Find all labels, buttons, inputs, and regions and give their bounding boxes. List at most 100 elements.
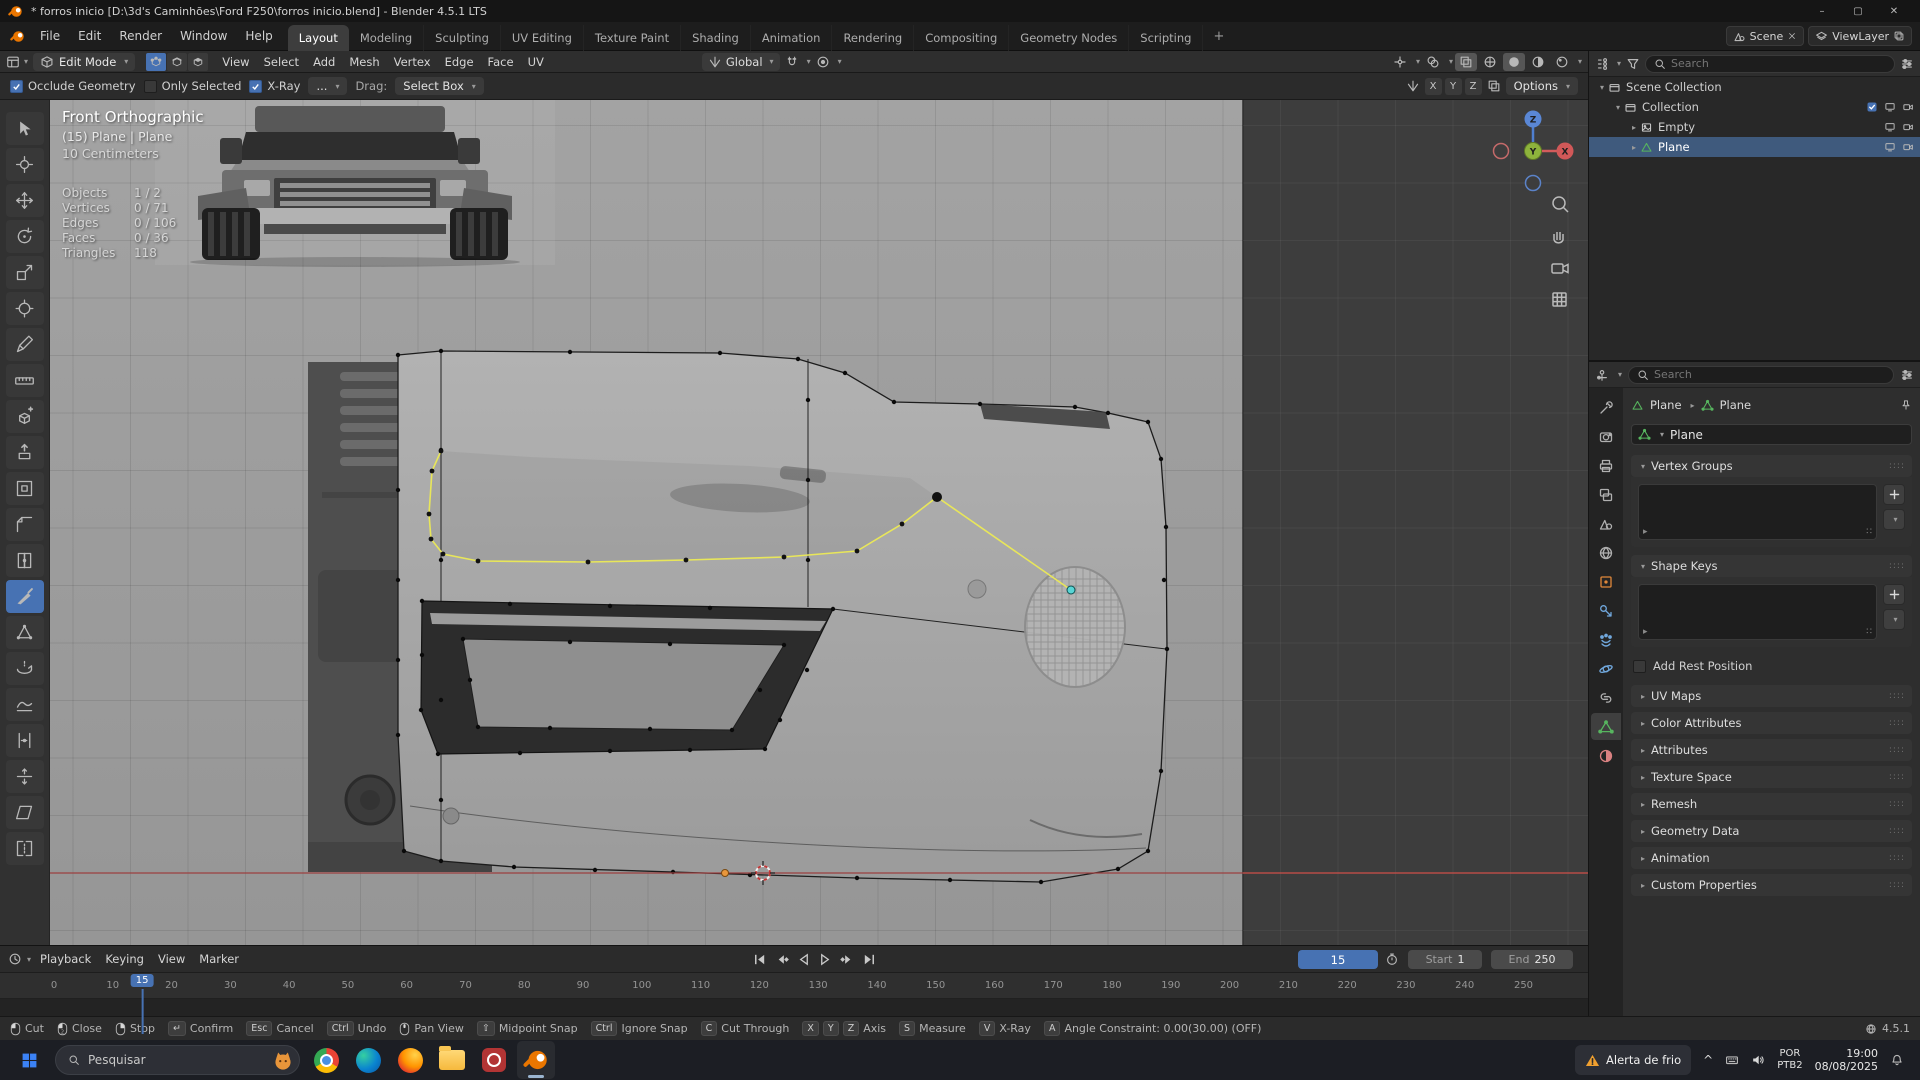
workspace-tab-rendering[interactable]: Rendering [832, 25, 914, 51]
viewport-menu-uv[interactable]: UV [521, 51, 551, 73]
options-dropdown[interactable]: Options ▾ [1506, 77, 1578, 95]
tool-extrude-region-button[interactable] [6, 436, 44, 469]
copy-view-layer-icon[interactable] [1893, 30, 1905, 42]
properties-tab-modifiers[interactable] [1591, 597, 1621, 624]
outliner-editor-icon[interactable] [1595, 57, 1609, 71]
list-grip-icon[interactable]: ∷ [1866, 527, 1872, 537]
timeline-ruler[interactable]: 15 0102030405060708090100110120130140150… [0, 973, 1588, 999]
list-box[interactable]: ▸∷ [1638, 584, 1877, 640]
object-origin[interactable] [722, 870, 729, 877]
menu-edit[interactable]: Edit [69, 22, 110, 50]
timeline-menu-playback[interactable]: Playback [33, 948, 98, 970]
vertex-select-button[interactable] [146, 53, 166, 71]
camera-toggle-icon[interactable] [1902, 121, 1914, 133]
list-box[interactable]: ▸∷ [1638, 484, 1877, 540]
maximize-button[interactable]: ▢ [1840, 0, 1876, 22]
tool-select-box-button[interactable] [6, 112, 44, 145]
pin-icon[interactable] [1900, 399, 1912, 411]
section-attributes[interactable]: ▸ Attributes :::: [1631, 739, 1912, 761]
volume-icon[interactable] [1751, 1053, 1765, 1067]
orientation-dropdown[interactable]: Global ▾ [702, 53, 780, 71]
tool-shrink-fatten-button[interactable] [6, 760, 44, 793]
timeline-menu-marker[interactable]: Marker [192, 948, 246, 970]
taskbar-app-firefox[interactable] [391, 1041, 429, 1079]
properties-tab-world[interactable] [1591, 539, 1621, 566]
properties-tab-render[interactable] [1591, 423, 1621, 450]
preview-range-icon[interactable] [1385, 952, 1399, 966]
tool-shear-button[interactable] [6, 796, 44, 829]
workspace-tab-shading[interactable]: Shading [681, 25, 751, 51]
specials-menu-button[interactable]: ▾ [1883, 509, 1905, 530]
taskbar-search[interactable]: Pesquisar [55, 1045, 300, 1075]
tool-add-cube-button[interactable] [6, 400, 44, 433]
mode-dropdown[interactable]: Edit Mode ▾ [33, 53, 135, 71]
section-vertex-groups[interactable]: ▾ Vertex Groups :::: [1631, 455, 1912, 477]
exclude-checkbox-icon[interactable] [1866, 101, 1878, 113]
tray-expand-chevron[interactable]: ^ [1703, 1053, 1713, 1067]
proportional-edit-button[interactable] [812, 53, 834, 71]
menu-render[interactable]: Render [110, 22, 171, 50]
timeline-editor-icon[interactable] [8, 952, 22, 966]
list-expand-icon[interactable]: ▸ [1643, 627, 1648, 637]
tool-inset-faces-button[interactable] [6, 472, 44, 505]
expand-chevron-icon[interactable]: ▸ [1632, 143, 1636, 152]
properties-tab-object[interactable] [1591, 568, 1621, 595]
start-frame-field[interactable]: Start 1 [1408, 950, 1482, 969]
shading-material-button[interactable] [1527, 53, 1549, 71]
outliner-search[interactable] [1645, 55, 1895, 73]
xray-toggle-button[interactable] [1455, 53, 1477, 71]
viewport-menu-view[interactable]: View [215, 51, 256, 73]
tool-measure-button[interactable] [6, 364, 44, 397]
jump-next-keyframe-button[interactable] [837, 949, 857, 969]
taskbar-app-files[interactable] [433, 1041, 471, 1079]
knife-cursor-point[interactable] [1067, 586, 1075, 594]
properties-tab-object-data[interactable] [1591, 713, 1621, 740]
expand-chevron-icon[interactable]: ▸ [1632, 123, 1636, 132]
clock[interactable]: 19:00 08/08/2025 [1815, 1047, 1878, 1073]
tool-loop-cut-button[interactable] [6, 544, 44, 577]
add-rest-position-checkbox[interactable]: Add Rest Position [1633, 655, 1912, 677]
tool-knife-button[interactable] [6, 580, 44, 613]
app-menu-icon[interactable] [4, 29, 31, 44]
snap-chevron-icon[interactable]: ▾ [807, 57, 811, 66]
tool-annotate-button[interactable] [6, 328, 44, 361]
properties-search[interactable] [1628, 366, 1894, 384]
section-texture-space[interactable]: ▸ Texture Space :::: [1631, 766, 1912, 788]
unlink-scene-icon[interactable] [1787, 31, 1797, 41]
workspace-tab-geometry-nodes[interactable]: Geometry Nodes [1009, 25, 1129, 51]
viewport-menu-add[interactable]: Add [306, 51, 342, 73]
workspace-tab-scripting[interactable]: Scripting [1129, 25, 1203, 51]
tool-smooth-button[interactable] [6, 688, 44, 721]
start-button[interactable] [10, 1041, 48, 1079]
outliner-row-plane[interactable]: ▸ Plane [1589, 137, 1920, 157]
tool-cursor-button[interactable] [6, 148, 44, 181]
occlude-geometry-checkbox[interactable]: Occlude Geometry [10, 79, 136, 93]
properties-tab-tool[interactable] [1591, 394, 1621, 421]
minimize-button[interactable]: – [1804, 0, 1840, 22]
view-layer-selector[interactable]: ViewLayer [1808, 26, 1912, 46]
expand-chevron-icon[interactable]: ▾ [1616, 103, 1620, 112]
gizmo-chevron-icon[interactable]: ▾ [1416, 57, 1420, 66]
keyboard-icon[interactable] [1725, 1053, 1739, 1067]
playhead[interactable]: 15 [131, 974, 154, 987]
breadcrumb-data[interactable]: Plane [1720, 398, 1752, 412]
timeline-menu-keying[interactable]: Keying [98, 948, 151, 970]
selected-vertex[interactable] [932, 492, 942, 502]
screen-toggle-icon[interactable] [1884, 101, 1896, 113]
section-geometry-data[interactable]: ▸ Geometry Data :::: [1631, 820, 1912, 842]
properties-tab-physics[interactable] [1591, 655, 1621, 682]
timeline-track-area[interactable] [0, 999, 1588, 1016]
door-panel-mesh[interactable] [396, 349, 1169, 884]
filter-funnel-icon[interactable] [1626, 57, 1640, 71]
search-highlight-image[interactable] [272, 1049, 294, 1071]
camera-toggle-icon[interactable] [1902, 101, 1914, 113]
jump-prev-keyframe-button[interactable] [771, 949, 791, 969]
overlays-chevron-icon[interactable]: ▾ [1449, 57, 1453, 66]
section-animation[interactable]: ▸ Animation :::: [1631, 847, 1912, 869]
outliner-search-input[interactable] [1671, 57, 1886, 70]
properties-tab-view-layer[interactable] [1591, 481, 1621, 508]
workspace-tab-sculpting[interactable]: Sculpting [424, 25, 501, 51]
tool-poly-build-button[interactable] [6, 616, 44, 649]
outliner-row-collection[interactable]: ▾ Collection [1589, 97, 1920, 117]
specials-menu-button[interactable]: ▾ [1883, 609, 1905, 630]
